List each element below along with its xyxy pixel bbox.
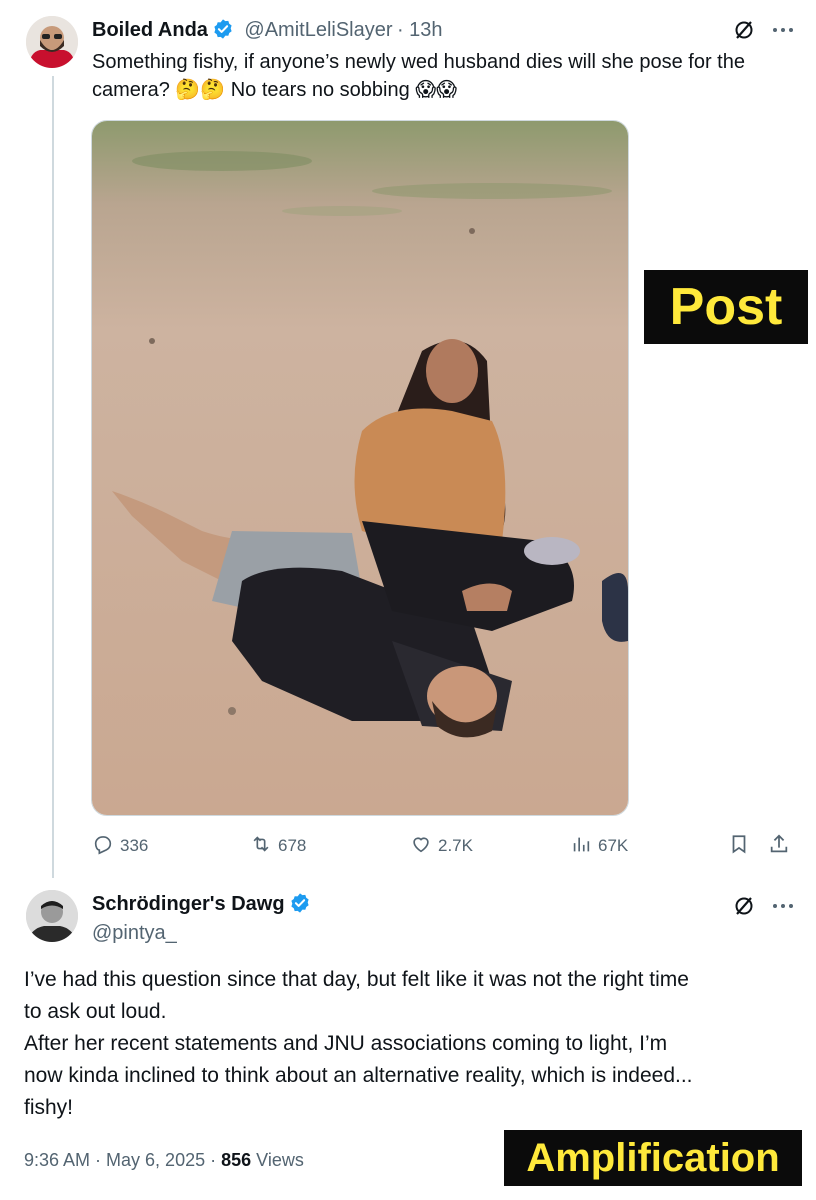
reply-action[interactable]: 336 bbox=[92, 832, 148, 860]
reply-meta: 9:36 AM · May 6, 2025 · 856 Views bbox=[24, 1150, 304, 1171]
post-text: Something fishy, if anyone’s newly wed h… bbox=[92, 48, 792, 104]
thread-connector-line bbox=[52, 76, 54, 878]
post-author-handle[interactable]: @AmitLeliSlayer bbox=[244, 19, 392, 41]
reply-views-label: Views bbox=[256, 1150, 304, 1170]
bookmark-button[interactable] bbox=[728, 832, 750, 860]
post-label: Post bbox=[644, 270, 808, 344]
heart-icon bbox=[410, 833, 432, 860]
amplification-label: Amplification bbox=[504, 1130, 802, 1186]
reply-header: Schrödinger's Dawg bbox=[92, 892, 311, 916]
reply-text-line-2: to ask out loud. bbox=[24, 1000, 167, 1023]
reply-text: I’ve had this question since that day, b… bbox=[24, 964, 794, 1124]
verified-badge-icon bbox=[212, 18, 234, 40]
post-time[interactable]: · 13h bbox=[397, 19, 443, 41]
reply-text-line-4: now kinda inclined to think about an alt… bbox=[24, 1064, 693, 1087]
reply-icon bbox=[92, 833, 114, 860]
reply-timestamp[interactable]: 9:36 AM · May 6, 2025 · bbox=[24, 1150, 216, 1170]
reply-text-line-3: After her recent statements and JNU asso… bbox=[24, 1032, 668, 1055]
reply-views-count: 856 bbox=[221, 1150, 252, 1170]
bookmark-icon bbox=[728, 833, 750, 860]
post-text-line-2: camera? 🤔🤔 No tears no sobbing 😱😱 bbox=[92, 79, 457, 101]
more-options-icon[interactable] bbox=[770, 20, 796, 40]
share-button[interactable] bbox=[768, 832, 790, 860]
reply-author-name[interactable]: Schrödinger's Dawg bbox=[92, 893, 285, 915]
post-header: Boiled Anda @AmitLeliSlayer · 13h bbox=[92, 18, 443, 42]
grok-icon[interactable] bbox=[732, 894, 756, 918]
like-action[interactable]: 2.7K bbox=[410, 832, 473, 860]
views-count: 67K bbox=[598, 836, 629, 855]
repost-action[interactable]: 678 bbox=[250, 832, 306, 860]
post-photo[interactable] bbox=[91, 120, 629, 816]
analytics-icon bbox=[570, 833, 592, 860]
reply-author-handle[interactable]: @pintya_ bbox=[92, 922, 177, 945]
reply-author-avatar[interactable] bbox=[26, 890, 78, 942]
post-text-line-1: Something fishy, if anyone’s newly wed h… bbox=[92, 51, 745, 73]
like-count: 2.7K bbox=[438, 836, 473, 855]
views-action[interactable]: 67K bbox=[570, 832, 628, 860]
reply-text-line-5: fishy! bbox=[24, 1096, 74, 1119]
post-author-name[interactable]: Boiled Anda bbox=[92, 19, 208, 41]
repost-icon bbox=[250, 833, 272, 860]
post-author-avatar[interactable] bbox=[26, 16, 78, 68]
verified-badge-icon bbox=[289, 892, 311, 914]
reply-text-line-1: I’ve had this question since that day, b… bbox=[24, 968, 689, 991]
reply-count: 336 bbox=[120, 836, 149, 855]
grok-icon[interactable] bbox=[732, 18, 756, 42]
share-icon bbox=[768, 833, 790, 860]
repost-count: 678 bbox=[278, 836, 307, 855]
more-options-icon[interactable] bbox=[770, 896, 796, 916]
